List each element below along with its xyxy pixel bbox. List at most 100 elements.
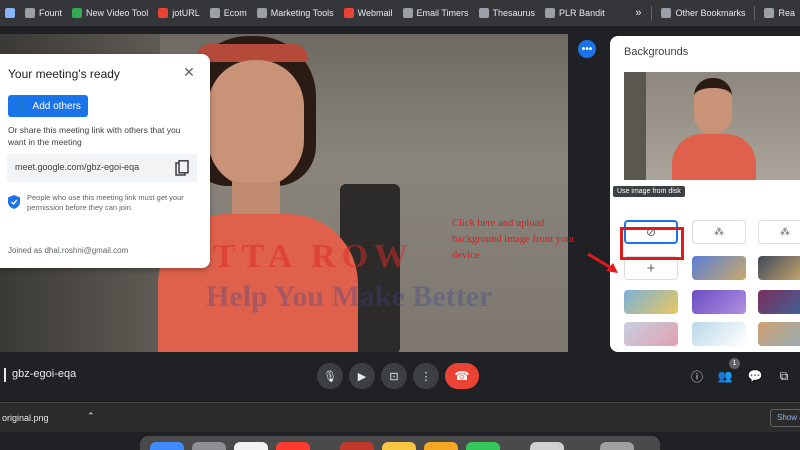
bookmark-item[interactable]: Marketing Tools [252,8,339,18]
shield-icon [8,195,20,209]
meeting-link-box: meet.google.com/gbz-egoi-eqa [7,154,197,182]
camera-icon: ▶ [357,370,367,383]
other-bookmarks-label: Other Bookmarks [675,8,746,18]
present-icon: ⊡ [389,370,399,383]
person-face [208,60,304,188]
background-image-tile[interactable] [758,290,800,314]
more-options-button[interactable]: ⋮ [413,363,439,389]
meeting-details-icon[interactable]: ⓘ [688,367,706,385]
preview-wall [624,72,646,180]
share-instructions: Or share this meeting link with others t… [8,125,181,147]
add-person-icon: 👤 [15,100,28,112]
joined-as-text: Joined as dhal.roshni@gmail.com [8,246,129,255]
download-item[interactable]: original.png [2,413,49,423]
background-preview [624,72,800,180]
people-icon[interactable]: 👥 [716,367,734,385]
vertical-dots-icon: ⋮ [420,370,432,383]
bookmark-item[interactable]: Thesaurus [474,8,541,18]
bookmark-item[interactable]: Webmail [339,8,398,18]
copy-icon[interactable] [175,160,189,176]
background-image-tile[interactable] [624,290,678,314]
bookmark-label: PLR Bandit [559,8,605,18]
bookmark-label: New Video Tool [86,8,149,18]
bookmark-favicon-icon [256,8,267,18]
mic-icon: 🎙 [323,370,337,383]
background-image-tile[interactable] [758,256,800,280]
preview-icon[interactable] [530,442,564,450]
bookmark-favicon-icon [158,8,169,18]
bookmark-label: Ecom [223,8,247,18]
notes-icon[interactable] [382,442,416,450]
preview-face [694,78,732,134]
bookmark-item[interactable] [0,8,20,18]
bookmark-favicon-icon [72,8,83,18]
bookmark-label: Webmail [357,8,393,18]
bookmark-favicon-icon [478,8,489,18]
upload-tooltip: Use image from disk [613,186,685,197]
meet-window: HUTTA ROW Help You Make Better Your meet… [0,26,800,402]
camera-button[interactable]: ▶ [349,363,375,389]
card-title: Your meeting's ready [8,67,120,81]
bookmark-favicon-icon [545,8,556,18]
meeting-code: gbz-egoi-eqa [12,368,77,380]
blur-background-tile[interactable]: ⁂ [692,220,746,244]
permission-notice: People who use this meeting link must ge… [27,193,184,212]
add-others-button[interactable]: 👤 Add others [8,95,88,117]
background-image-tile[interactable] [692,290,746,314]
meeting-link[interactable]: meet.google.com/gbz-egoi-eqa [15,162,139,172]
calendar-icon[interactable] [276,442,310,450]
reading-list-label: Rea [778,8,795,18]
bookmark-favicon-icon [5,8,15,18]
bookmark-divider [651,6,653,20]
bookmark-favicon-icon [343,8,354,18]
reading-list-icon [764,8,775,18]
annotation-arrow-icon [587,252,618,273]
bookmarks-overflow-button[interactable]: » [629,7,647,19]
trash-icon[interactable] [600,442,634,450]
background-image-tile[interactable] [692,322,746,346]
chrome-icon[interactable] [234,442,268,450]
code-divider [4,368,6,382]
other-bookmarks-folder[interactable]: Other Bookmarks [656,8,750,18]
launchpad-icon[interactable] [192,442,226,450]
reading-list-button[interactable]: Rea [759,8,800,18]
background-image-tile[interactable] [692,256,746,280]
bookmark-divider [754,6,756,20]
microphone-button[interactable]: 🎙 [317,363,343,389]
finder-icon[interactable] [150,442,184,450]
app-icon[interactable] [466,442,500,450]
close-icon[interactable]: ✕ [181,64,197,80]
more-options-icon[interactable]: ••• [578,40,596,58]
bookmark-label: Email Timers [416,8,469,18]
bookmark-item[interactable]: Fount [20,8,67,18]
blur-background-tile[interactable]: ⁂ [758,220,800,244]
annotation-text: Click here and upload background image f… [452,218,575,261]
bookmark-item[interactable]: New Video Tool [67,8,153,18]
chevron-up-icon[interactable]: ⌃ [87,411,95,422]
highlight-box [620,227,684,260]
bookmark-label: Marketing Tools [270,8,334,18]
meeting-controls-bar: gbz-egoi-eqa 🎙 ▶ ⊡ ⋮ ☎ ⓘ 👥 1 💬 ⧉ [0,354,800,400]
present-button[interactable]: ⊡ [381,363,407,389]
show-all-button[interactable]: Show a [770,409,800,427]
bookmark-item[interactable]: Ecom [205,8,252,18]
bookmark-favicon-icon [402,8,413,18]
app-icon[interactable] [424,442,458,450]
background-image-tile[interactable] [624,322,678,346]
folder-icon [661,8,672,18]
bookmark-label: Thesaurus [492,8,536,18]
downloads-bar: original.png ⌃ Show a [0,402,800,432]
phone-hangup-icon: ☎ [454,369,470,383]
bookmark-item[interactable]: Email Timers [398,8,474,18]
bookmark-item[interactable]: jotURL [153,8,205,18]
app-icon[interactable] [340,442,374,450]
activities-icon[interactable]: ⧉ [775,367,793,385]
chat-icon[interactable]: 💬 [746,367,764,385]
leave-call-button[interactable]: ☎ [445,363,479,389]
bookmark-favicon-icon [25,8,35,18]
add-others-label: Add others [32,100,81,112]
background-image-tile[interactable] [758,322,800,346]
bookmark-item[interactable]: PLR Bandit [540,8,610,18]
meeting-ready-card: Your meeting's ready ✕ 👤 Add others Or s… [0,54,210,268]
watermark-tagline: Help You Make Better [206,280,493,313]
